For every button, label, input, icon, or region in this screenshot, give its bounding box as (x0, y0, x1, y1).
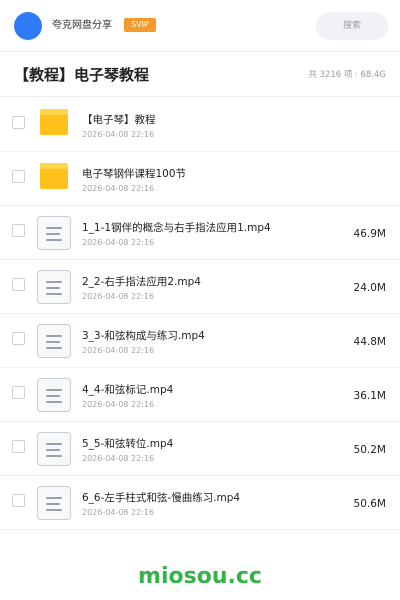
file-row[interactable]: 2_2-右手指法应用2.mp4 2026-04-08 22:16 24.0M (0, 260, 400, 314)
item-size: 24.0M (353, 282, 386, 294)
item-date: 2026-04-08 22:16 (82, 400, 155, 409)
folder-meta: 共 3216 项 · 68.4G (308, 70, 386, 80)
select-checkbox[interactable] (12, 494, 25, 507)
item-name[interactable]: 电子琴钢伴课程100节 (82, 167, 186, 181)
select-checkbox[interactable] (12, 332, 25, 345)
folder-icon (40, 163, 68, 189)
item-date: 2026-04-08 22:16 (82, 508, 155, 517)
select-checkbox[interactable] (12, 386, 25, 399)
item-name[interactable]: 【电子琴】教程 (82, 113, 156, 127)
item-date: 2026-04-08 22:16 (82, 184, 155, 193)
item-name[interactable]: 3_3-和弦构成与练习.mp4 (82, 329, 205, 343)
file-row[interactable]: 5_5-和弦转位.mp4 2026-04-08 22:16 50.2M (0, 422, 400, 476)
folder-row[interactable]: 电子琴钢伴课程100节 2026-04-08 22:16 (0, 152, 400, 206)
file-list: 【电子琴】教程 2026-04-08 22:16 电子琴钢伴课程100节 2026-0… (0, 98, 400, 530)
file-icon (37, 486, 71, 520)
item-size: 50.6M (353, 498, 386, 510)
file-row[interactable]: 4_4-和弦标记.mp4 2026-04-08 22:16 36.1M (0, 368, 400, 422)
page-title: 【教程】电子琴教程 (14, 66, 150, 84)
item-date: 2026-04-08 22:16 (82, 238, 155, 247)
item-name[interactable]: 2_2-右手指法应用2.mp4 (82, 275, 201, 289)
select-checkbox[interactable] (12, 278, 25, 291)
item-date: 2026-04-08 22:16 (82, 454, 155, 463)
file-icon (37, 378, 71, 412)
item-size: 50.2M (353, 444, 386, 456)
item-date: 2026-04-08 22:16 (82, 346, 155, 355)
user-name: 夸克网盘分享 (52, 20, 112, 31)
search-input[interactable]: 搜索 (316, 12, 388, 40)
item-name[interactable]: 6_6-左手柱式和弦-慢曲练习.mp4 (82, 491, 240, 505)
item-name[interactable]: 1_1-1钢伴的概念与右手指法应用1.mp4 (82, 221, 271, 235)
file-icon (37, 270, 71, 304)
file-icon (37, 432, 71, 466)
item-size: 36.1M (353, 390, 386, 402)
file-row[interactable]: 1_1-1钢伴的概念与右手指法应用1.mp4 2026-04-08 22:16 46… (0, 206, 400, 260)
file-icon (37, 324, 71, 358)
item-size: 46.9M (353, 228, 386, 240)
item-size: 44.8M (353, 336, 386, 348)
select-checkbox[interactable] (12, 170, 25, 183)
app-header: 夸克网盘分享 SVIP 搜索 (0, 0, 400, 52)
file-row[interactable]: 6_6-左手柱式和弦-慢曲练习.mp4 2026-04-08 22:16 50.6M (0, 476, 400, 530)
item-date: 2026-04-08 22:16 (82, 130, 155, 139)
item-date: 2026-04-08 22:16 (82, 292, 155, 301)
folder-title-bar: 【教程】电子琴教程 共 3216 项 · 68.4G (0, 52, 400, 97)
item-name[interactable]: 5_5-和弦转位.mp4 (82, 437, 173, 451)
select-checkbox[interactable] (12, 116, 25, 129)
folder-row[interactable]: 【电子琴】教程 2026-04-08 22:16 (0, 98, 400, 152)
svip-badge: SVIP (124, 18, 156, 32)
watermark: miosou.cc (138, 564, 262, 589)
file-row[interactable]: 3_3-和弦构成与练习.mp4 2026-04-08 22:16 44.8M (0, 314, 400, 368)
item-name[interactable]: 4_4-和弦标记.mp4 (82, 383, 173, 397)
folder-icon (40, 109, 68, 135)
file-icon (37, 216, 71, 250)
select-checkbox[interactable] (12, 224, 25, 237)
select-checkbox[interactable] (12, 440, 25, 453)
avatar[interactable] (14, 12, 42, 40)
